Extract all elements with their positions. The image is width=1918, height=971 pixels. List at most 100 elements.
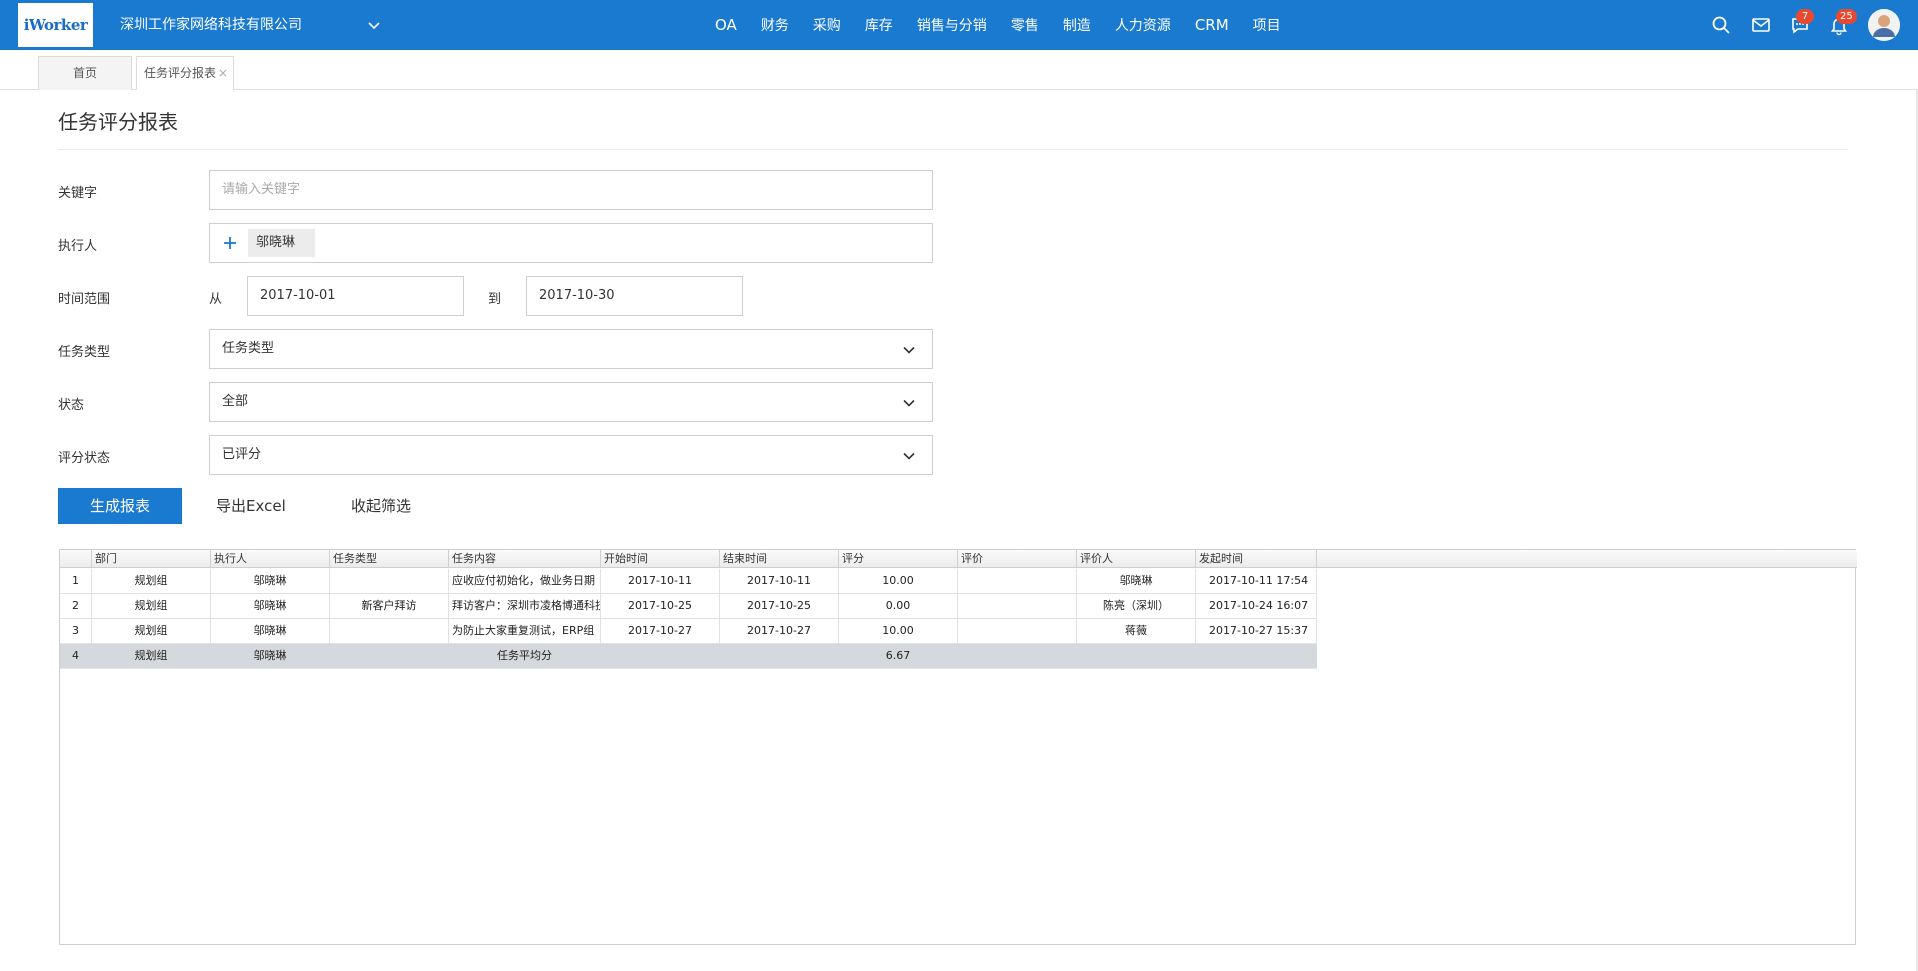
tab-bar: 首页 任务评分报表 × (0, 50, 1918, 90)
average-score-value: 6.67 (885, 649, 911, 662)
row-number: 1 (60, 569, 92, 594)
close-icon[interactable]: × (218, 57, 228, 90)
cell-created-time: 2017-10-11 17:54 (1196, 569, 1317, 594)
cell-executor: 邬晓琳 (211, 594, 330, 619)
tab-home[interactable]: 首页 (38, 56, 132, 90)
task-type-value: 任务类型 (222, 341, 275, 356)
cell-task-type: 新客户拜访 (330, 594, 449, 619)
to-label: 到 (488, 292, 502, 307)
cell-end-time: 2017-10-11 (720, 569, 839, 594)
table-row[interactable]: 2 规划组 邬晓琳 新客户拜访 拜访客户：深圳市凌格博通科技 2017-10-2… (60, 594, 1317, 619)
export-excel-button[interactable]: 导出Excel (216, 488, 286, 524)
executor-label: 执行人 (58, 239, 98, 254)
cell-reviewer: 蒋薇 (1077, 619, 1196, 644)
nav-finance[interactable]: 财务 (761, 15, 789, 35)
summary-row[interactable]: 4 规划组 邬晓琳 任务平均分 6.67 (60, 644, 1317, 669)
col-end-time[interactable]: 结束时间 (720, 550, 839, 568)
status-label: 状态 (58, 398, 85, 413)
company-name[interactable]: 深圳工作家网络科技有限公司 (120, 0, 302, 50)
col-comment[interactable]: 评价 (958, 550, 1077, 568)
cell-score: 0.00 (839, 594, 958, 619)
col-score[interactable]: 评分 (839, 550, 958, 568)
keyword-label: 关键字 (58, 186, 98, 201)
time-range-label: 时间范围 (58, 292, 111, 307)
task-type-select[interactable]: 任务类型 (209, 329, 933, 369)
main-nav: OA 财务 采购 库存 销售与分销 零售 制造 人力资源 CRM 项目 (715, 0, 1305, 50)
status-value: 全部 (222, 394, 249, 409)
row-number: 4 (72, 649, 79, 662)
table-row[interactable]: 3 规划组 邬晓琳 为防止大家重复测试，ERP组 2017-10-27 2017… (60, 619, 1317, 644)
chevron-down-icon (903, 346, 915, 354)
nav-hr[interactable]: 人力资源 (1115, 15, 1171, 35)
chevron-down-icon[interactable] (366, 17, 382, 33)
cell-created-time: 2017-10-27 15:37 (1196, 619, 1317, 644)
col-task-content[interactable]: 任务内容 (449, 550, 601, 568)
cell-dept: 规划组 (92, 619, 211, 644)
generate-report-button[interactable]: 生成报表 (58, 488, 182, 524)
user-icon (1868, 9, 1900, 41)
divider (58, 149, 1848, 150)
app-logo[interactable]: iWorker (18, 3, 93, 47)
cell-end-time: 2017-10-27 (720, 619, 839, 644)
cell-task-content: 应收应付初始化，做业务日期 (449, 569, 601, 594)
cell-start-time: 2017-10-27 (601, 619, 720, 644)
cell-executor: 邬晓琳 (211, 619, 330, 644)
cell-comment (958, 619, 1077, 644)
nav-sales[interactable]: 销售与分销 (917, 15, 987, 35)
col-task-type[interactable]: 任务类型 (330, 550, 449, 568)
score-status-select[interactable]: 已评分 (209, 435, 933, 475)
plus-icon[interactable] (222, 235, 238, 251)
report-grid: 部门 执行人 任务类型 任务内容 开始时间 结束时间 评分 评价 评价人 发起时… (59, 549, 1857, 945)
search-icon[interactable] (1710, 14, 1732, 36)
cell-reviewer: 邬晓琳 (1077, 569, 1196, 594)
col-dept[interactable]: 部门 (92, 550, 211, 568)
cell-dept: 规划组 (92, 594, 211, 619)
start-date-input[interactable]: 2017-10-01 (247, 276, 464, 316)
nav-inventory[interactable]: 库存 (865, 15, 893, 35)
chat-badge: 7 (1796, 9, 1814, 24)
grid-header: 部门 执行人 任务类型 任务内容 开始时间 结束时间 评分 评价 评价人 发起时… (60, 550, 1857, 568)
status-select[interactable]: 全部 (209, 382, 933, 422)
avatar[interactable] (1868, 9, 1900, 41)
tab-task-score-report[interactable]: 任务评分报表 × (136, 56, 234, 90)
cell-start-time: 2017-10-11 (601, 569, 720, 594)
mail-icon[interactable] (1750, 14, 1772, 36)
executor-field[interactable]: 邬晓琳 (209, 223, 933, 263)
average-score-label: 任务平均分 (497, 649, 552, 662)
from-label: 从 (209, 292, 223, 307)
row-number: 3 (60, 619, 92, 644)
table-row[interactable]: 1 规划组 邬晓琳 应收应付初始化，做业务日期 2017-10-11 2017-… (60, 569, 1317, 594)
tab-label: 任务评分报表 (144, 66, 217, 80)
col-reviewer[interactable]: 评价人 (1077, 550, 1196, 568)
cell-task-content: 拜访客户：深圳市凌格博通科技 (449, 594, 601, 619)
nav-oa[interactable]: OA (715, 16, 737, 34)
col-created-time[interactable]: 发起时间 (1196, 550, 1317, 568)
cell-comment (958, 594, 1077, 619)
nav-retail[interactable]: 零售 (1011, 15, 1039, 35)
page-title: 任务评分报表 (58, 110, 178, 134)
collapse-filter-button[interactable]: 收起筛选 (351, 488, 411, 524)
end-date-input[interactable]: 2017-10-30 (526, 276, 743, 316)
nav-manufacturing[interactable]: 制造 (1063, 15, 1091, 35)
task-type-label: 任务类型 (58, 345, 111, 360)
cell-score: 10.00 (839, 569, 958, 594)
col-executor[interactable]: 执行人 (211, 550, 330, 568)
nav-project[interactable]: 项目 (1253, 15, 1281, 35)
cell-created-time: 2017-10-24 16:07 (1196, 594, 1317, 619)
nav-purchase[interactable]: 采购 (813, 15, 841, 35)
cell-comment (958, 569, 1077, 594)
cell-start-time: 2017-10-25 (601, 594, 720, 619)
row-number: 2 (60, 594, 92, 619)
score-status-label: 评分状态 (58, 451, 111, 466)
keyword-input[interactable]: 请输入关键字 (209, 170, 933, 210)
cell-end-time: 2017-10-25 (720, 594, 839, 619)
executor-chip[interactable]: 邬晓琳 (248, 229, 316, 257)
nav-crm[interactable]: CRM (1195, 16, 1229, 34)
chevron-down-icon (903, 399, 915, 407)
notification-badge: 25 (1836, 9, 1857, 24)
cell-executor: 邬晓琳 (253, 649, 287, 662)
col-start-time[interactable]: 开始时间 (601, 550, 720, 568)
chevron-down-icon (903, 452, 915, 460)
cell-score: 10.00 (839, 619, 958, 644)
score-status-value: 已评分 (222, 447, 262, 462)
